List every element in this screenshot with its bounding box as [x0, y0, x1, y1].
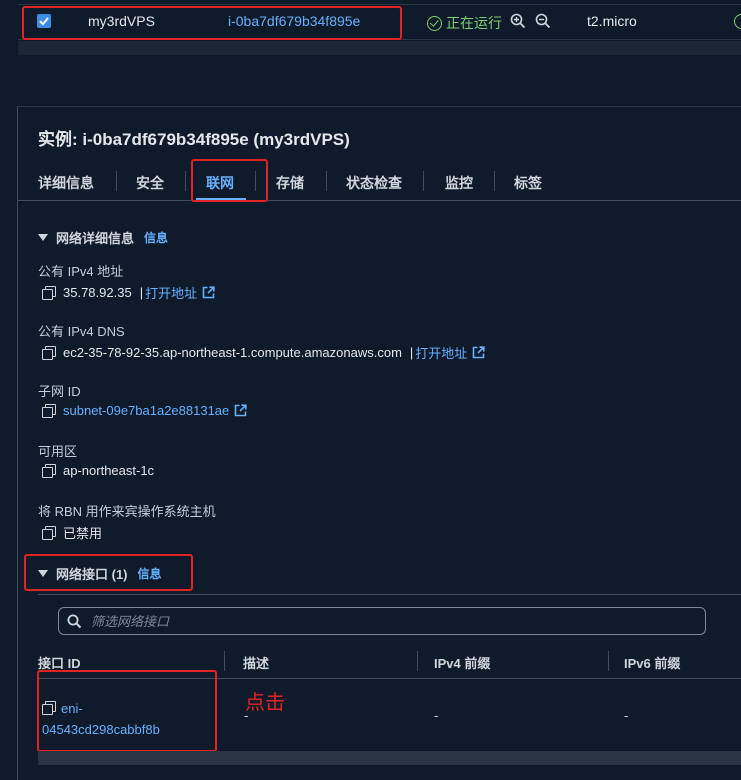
tab-divider: [116, 171, 117, 191]
tab-divider: [185, 171, 186, 191]
tab-security[interactable]: 安全: [136, 173, 164, 193]
public-ipv4-value: 35.78.92.35: [63, 285, 132, 300]
table-scrollbar[interactable]: [18, 41, 741, 55]
caret-down-icon: [38, 234, 48, 241]
availability-zone-label: 可用区: [38, 444, 78, 459]
copy-icon[interactable]: [42, 404, 56, 418]
separator: |: [139, 285, 144, 300]
separator: |: [409, 345, 414, 360]
tab-monitoring[interactable]: 监控: [445, 173, 473, 193]
external-link-icon[interactable]: [234, 404, 247, 417]
copy-icon[interactable]: [42, 526, 56, 540]
rbn-field: 已禁用: [42, 523, 102, 542]
subnet-label: 子网 ID: [38, 384, 81, 399]
instance-status: 正在运行: [427, 13, 502, 33]
open-address-link[interactable]: 打开地址: [415, 343, 467, 362]
tab-details[interactable]: 详细信息: [38, 173, 94, 193]
tab-divider: [494, 171, 495, 191]
page-title: 实例: i-0ba7df679b34f895e (my3rdVPS): [38, 130, 350, 149]
filter-input[interactable]: [91, 611, 691, 631]
tab-divider: [423, 171, 424, 191]
column-ipv6-prefix[interactable]: IPv6 前缀: [624, 653, 680, 672]
tab-status-checks[interactable]: 状态检查: [346, 173, 402, 193]
filter-box[interactable]: [58, 607, 706, 635]
column-divider[interactable]: [417, 651, 418, 671]
ipv4-prefix-value: -: [434, 708, 439, 723]
open-address-link[interactable]: 打开地址: [145, 283, 197, 302]
subnet-link[interactable]: subnet-09e7ba1a2e88131ae: [63, 403, 229, 418]
highlight-box-network-interfaces: [24, 554, 193, 591]
zoom-in-icon[interactable]: [510, 13, 526, 29]
rbn-label: 将 RBN 用作来宾操作系统主机: [38, 504, 216, 519]
column-divider[interactable]: [224, 651, 225, 671]
copy-icon[interactable]: [42, 286, 56, 300]
column-ipv4-prefix[interactable]: IPv4 前缀: [434, 653, 490, 672]
external-link-icon[interactable]: [202, 286, 215, 299]
public-dns-value: ec2-35-78-92-35.ap-northeast-1.compute.a…: [63, 345, 402, 360]
section-title: 网络详细信息: [56, 231, 135, 246]
highlight-box-networking-tab: [191, 159, 268, 202]
status-ok-icon: [427, 15, 442, 31]
highlight-box-instance-row: [22, 6, 402, 40]
public-dns-field: ec2-35-78-92-35.ap-northeast-1.compute.a…: [42, 343, 485, 362]
column-divider[interactable]: [608, 651, 609, 671]
subnet-field: subnet-09e7ba1a2e88131ae: [42, 403, 247, 418]
availability-zone-value: ap-northeast-1c: [63, 463, 155, 478]
availability-zone-field: ap-northeast-1c: [42, 463, 154, 478]
info-link[interactable]: 信息: [144, 229, 168, 246]
click-annotation: 点击: [245, 692, 285, 714]
tab-storage[interactable]: 存储: [276, 173, 304, 193]
instance-table-area: my3rdVPS i-0ba7df679b34f895e 正在运行 t2.mic…: [0, 0, 741, 106]
network-details-header[interactable]: 网络详细信息 信息: [38, 228, 168, 247]
instance-type: t2.micro: [587, 13, 637, 29]
copy-icon[interactable]: [42, 346, 56, 360]
tab-tags[interactable]: 标签: [514, 173, 542, 193]
table-scrollbar[interactable]: [38, 751, 741, 765]
search-icon: [67, 614, 82, 629]
zoom-out-icon[interactable]: [535, 13, 551, 29]
external-link-icon[interactable]: [472, 346, 485, 359]
detail-tabs: 详细信息 安全 联网 存储 状态检查 监控 标签: [18, 169, 741, 201]
public-dns-label: 公有 IPv4 DNS: [38, 324, 125, 339]
public-ipv4-label: 公有 IPv4 地址: [38, 264, 124, 279]
highlight-box-eni: [37, 670, 217, 752]
column-description[interactable]: 描述: [243, 653, 269, 672]
public-ipv4-field: 35.78.92.35 | 打开地址: [42, 283, 215, 302]
rbn-value: 已禁用: [63, 526, 103, 541]
copy-icon[interactable]: [42, 464, 56, 478]
ipv6-prefix-value: -: [624, 708, 629, 723]
tab-divider: [326, 171, 327, 191]
instance-status-text: 正在运行: [446, 15, 502, 31]
